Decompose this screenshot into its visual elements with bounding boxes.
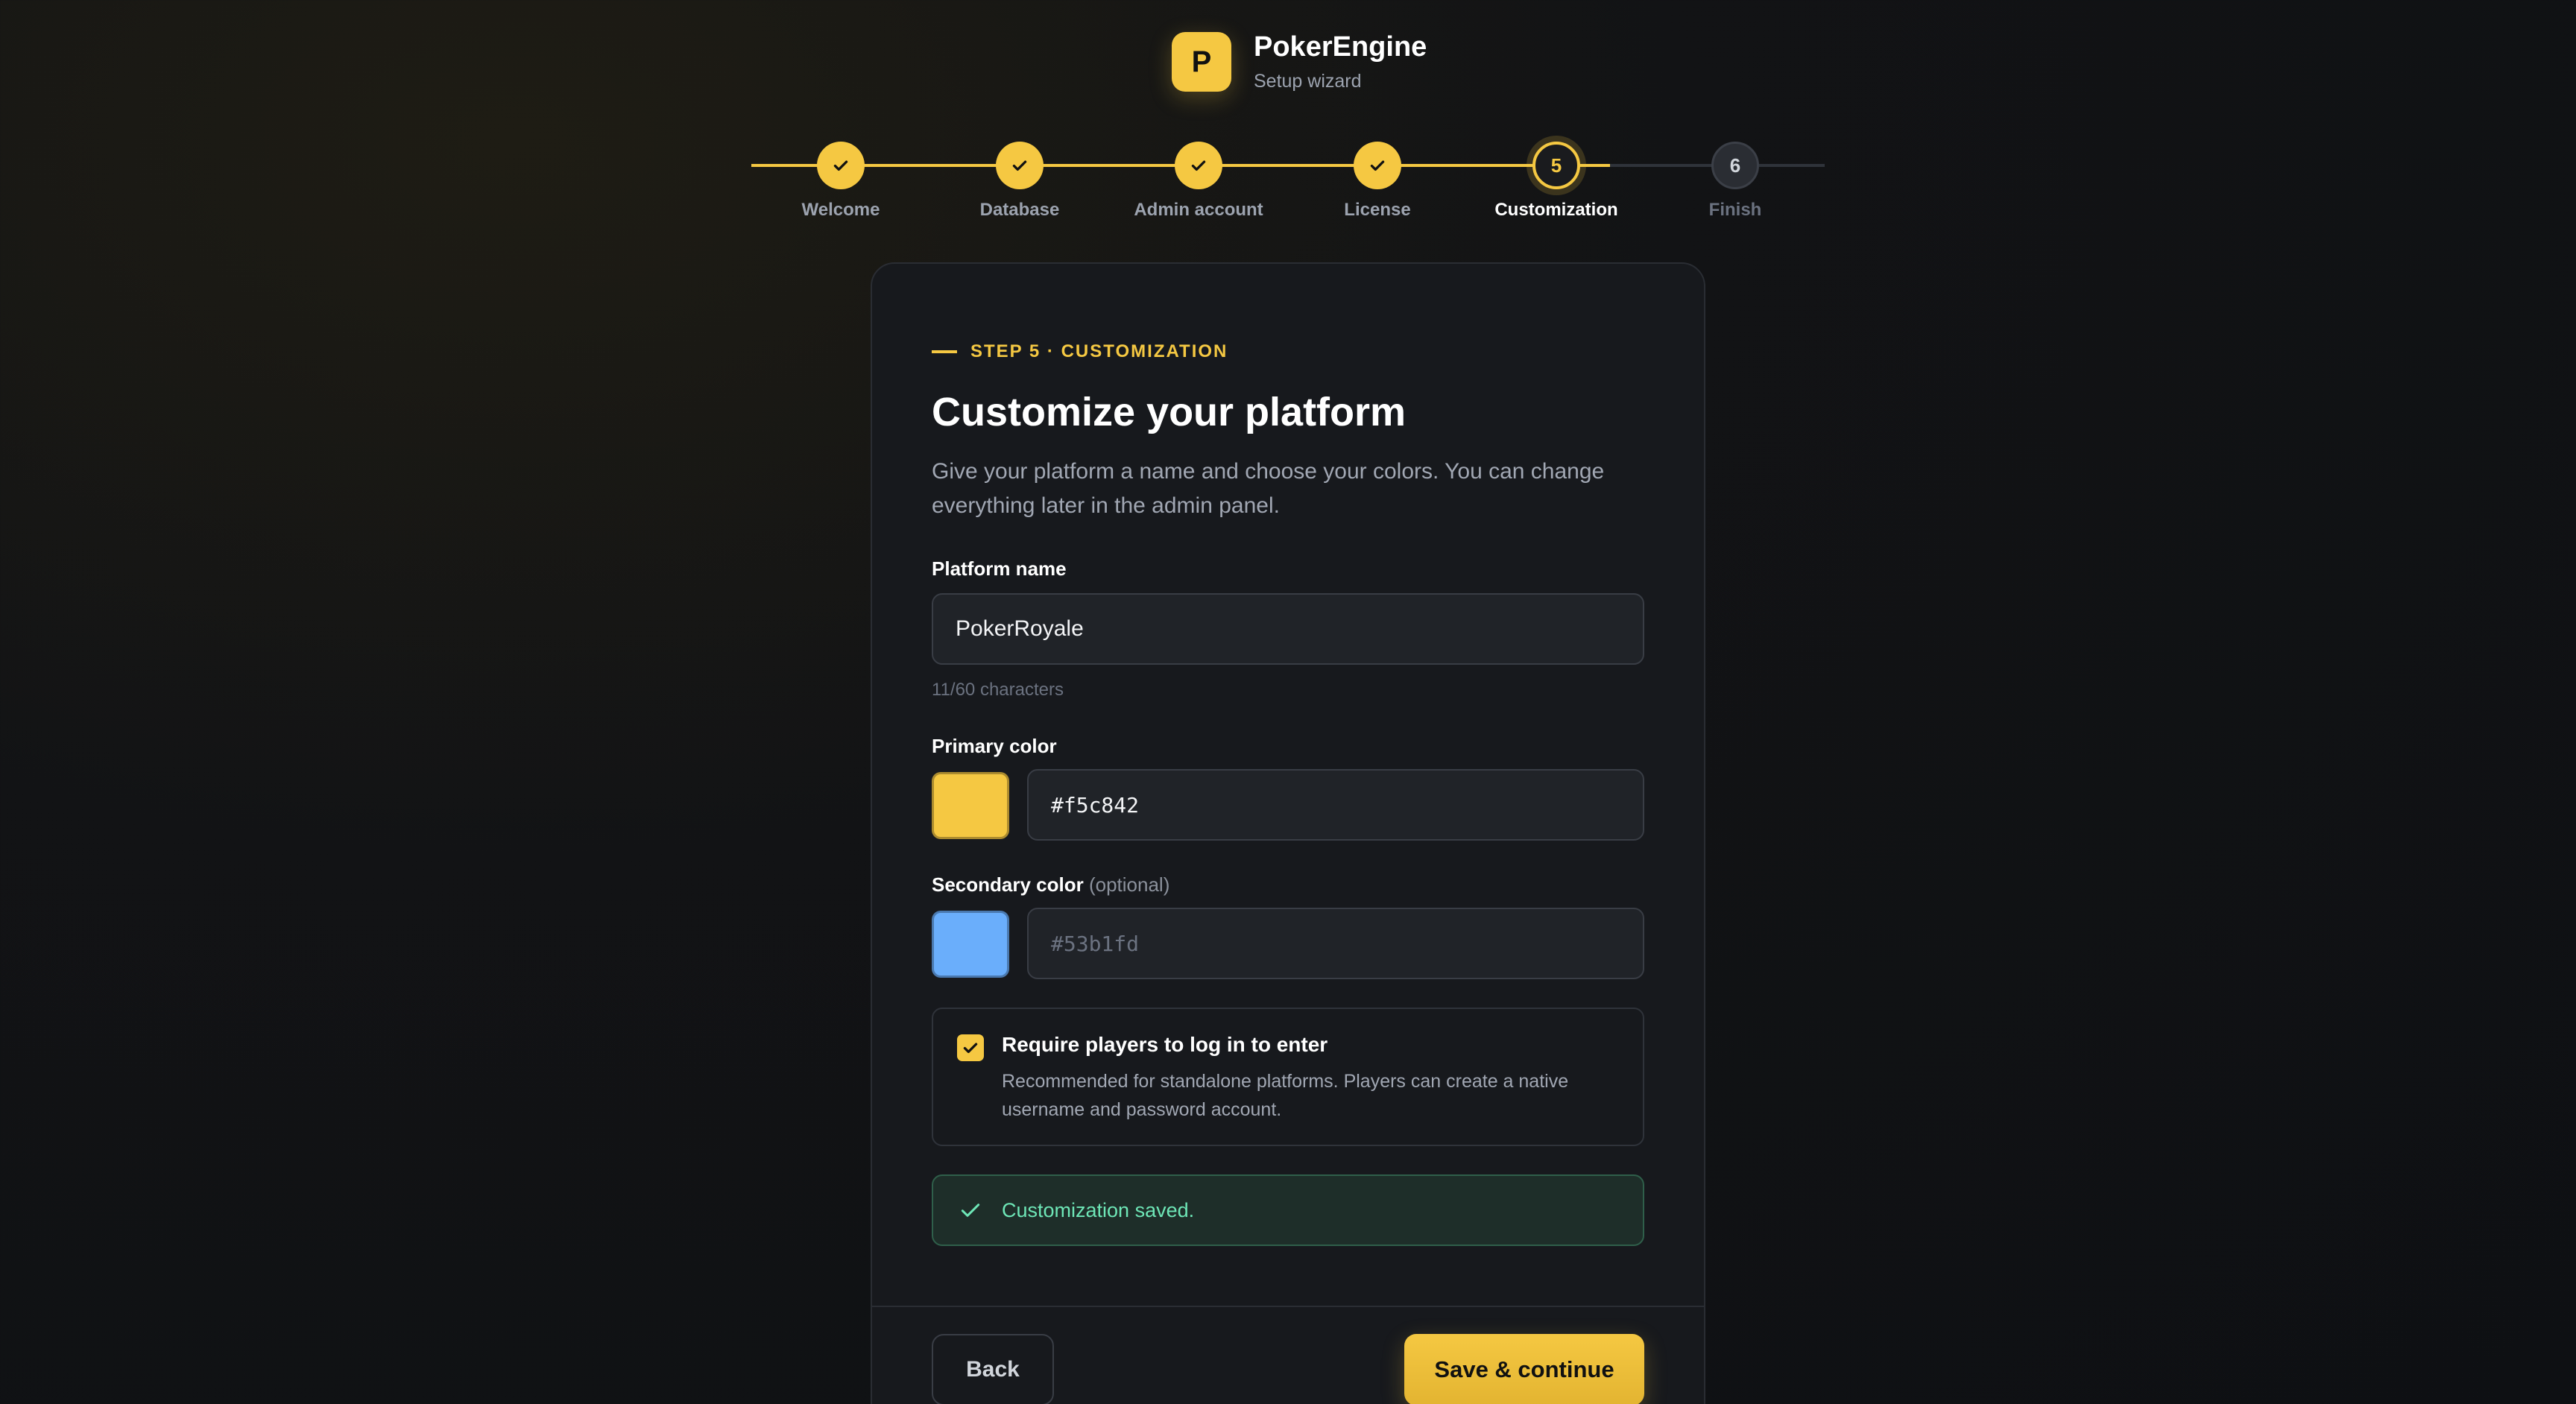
step-check-icon (1354, 142, 1401, 189)
platform-name-input[interactable]: PokerRoyale (932, 593, 1644, 665)
primary-color-label: Primary color (932, 735, 1057, 757)
step-eyebrow: STEP 5 · CUSTOMIZATION (932, 341, 1228, 362)
require-login-option[interactable]: Require players to log in to enter Recom… (932, 1008, 1644, 1146)
setup-stepper: Welcome Database Admin account License 5… (751, 140, 1825, 230)
brand-logo: P (1172, 32, 1231, 92)
checkmark-icon (963, 1043, 978, 1054)
step-label: Welcome (801, 200, 880, 220)
page-description: Give your platform a name and choose you… (932, 459, 1605, 518)
step-welcome[interactable]: Welcome (751, 140, 930, 221)
step-number: 6 (1711, 142, 1759, 189)
step-check-icon (1175, 142, 1222, 189)
brand-subtitle: Setup wizard (1254, 71, 1362, 92)
success-alert: Customization saved. (932, 1174, 1644, 1246)
step-number: 5 (1532, 142, 1580, 189)
step-database[interactable]: Database (930, 140, 1109, 221)
platform-name-hint: 11/60 characters (932, 680, 1064, 700)
customization-card: STEP 5 · CUSTOMIZATION Customize your pl… (871, 262, 1705, 1404)
step-customization[interactable]: 5 Customization (1467, 140, 1646, 221)
step-label: License (1344, 200, 1411, 220)
secondary-color-swatch[interactable] (932, 911, 1009, 978)
step-finish: 6 Finish (1646, 140, 1825, 221)
check-icon (961, 1204, 980, 1217)
eyebrow-bar (932, 350, 957, 353)
step-admin-account[interactable]: Admin account (1109, 140, 1288, 221)
secondary-color-label: Secondary color (optional) (932, 873, 1169, 897)
step-label: Customization (1494, 200, 1618, 220)
step-label: Database (979, 200, 1060, 220)
footer-divider (872, 1306, 1704, 1307)
success-message: Customization saved. (1002, 1198, 1195, 1221)
page-title: Customize your platform (932, 390, 1407, 434)
require-login-checkbox[interactable] (957, 1034, 984, 1061)
primary-color-swatch[interactable] (932, 772, 1009, 839)
secondary-color-label-text: Secondary color (932, 873, 1084, 896)
step-label: Admin account (1134, 200, 1263, 220)
step-check-icon (817, 142, 865, 189)
secondary-color-input[interactable]: #53b1fd (1027, 908, 1644, 979)
brand-name: PokerEngine (1254, 31, 1427, 63)
eyebrow-text: STEP 5 · CUSTOMIZATION (970, 341, 1228, 361)
back-button[interactable]: Back (932, 1334, 1054, 1404)
platform-name-label: Platform name (932, 557, 1067, 580)
optional-tag: (optional) (1088, 873, 1170, 896)
step-check-icon (996, 142, 1044, 189)
require-login-description: Recommended for standalone platforms. Pl… (1002, 1071, 1569, 1120)
step-label: Finish (1708, 200, 1762, 220)
step-license[interactable]: License (1288, 140, 1467, 221)
brand-header: P PokerEngine Setup wizard (1172, 31, 1427, 92)
save-continue-button[interactable]: Save & continue (1404, 1334, 1644, 1404)
require-login-title: Require players to log in to enter (1002, 1033, 1328, 1056)
primary-color-input[interactable]: #f5c842 (1027, 769, 1644, 841)
